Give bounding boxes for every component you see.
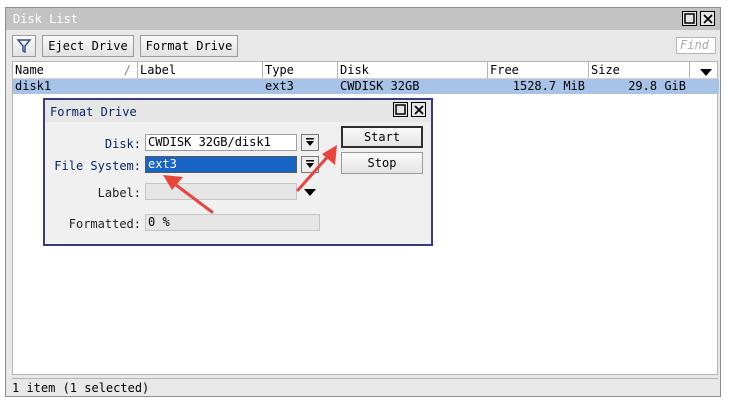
dialog-title: Format Drive [50,105,137,119]
file-system-select[interactable]: ext3 [145,156,297,173]
toolbar: Eject Drive Format Drive Find [6,33,720,61]
column-name[interactable]: Name / [13,62,138,78]
label-dropdown-icon[interactable] [303,186,317,200]
dialog-close-icon[interactable] [411,102,426,117]
label-label: Label: [97,186,141,200]
column-size[interactable]: Size [589,62,690,78]
maximize-icon[interactable] [682,11,697,26]
column-label[interactable]: Label [138,62,263,78]
start-button[interactable]: Start [341,126,423,148]
formatted-label: Formatted: [68,217,141,231]
table-row[interactable]: disk1 ext3 CWDISK 32GB 1528.7 MiB 29.8 G… [13,79,719,94]
table-header: Name / Label Type Disk Free Size [13,62,717,79]
label-input[interactable] [145,183,297,200]
disk-label: Disk: [104,137,141,151]
format-drive-button[interactable]: Format Drive [140,35,238,57]
window-titlebar: Disk List [6,8,720,30]
filter-icon [16,39,32,54]
cell-disk: CWDISK 32GB [340,79,420,93]
formatted-progress: 0 % [145,214,320,231]
cell-label [140,79,260,94]
disk-dropdown-icon[interactable] [301,134,319,151]
stop-button[interactable]: Stop [341,152,423,174]
dialog-maximize-icon[interactable] [393,102,408,117]
format-drive-dialog: Format Drive Disk: CWDISK 32GB/disk1 Fil… [43,98,433,246]
file-system-label: File System: [54,159,141,173]
close-icon[interactable] [700,11,715,26]
window-title: Disk List [13,12,79,26]
cell-name: disk1 [15,79,52,93]
column-free[interactable]: Free [488,62,589,78]
cell-type: ext3 [265,79,294,93]
column-menu-icon[interactable] [699,66,713,80]
column-type[interactable]: Type [263,62,338,78]
cell-free: 1528.7 MiB [512,79,585,93]
status-bar: 1 item (1 selected) [12,378,718,396]
filter-button[interactable] [12,35,36,57]
disk-select[interactable]: CWDISK 32GB/disk1 [145,134,297,151]
dialog-titlebar: Format Drive [45,100,431,122]
eject-drive-button[interactable]: Eject Drive [42,35,134,57]
column-disk[interactable]: Disk [338,62,488,78]
find-input[interactable]: Find [676,37,716,54]
file-system-dropdown-icon[interactable] [301,156,319,173]
cell-size: 29.8 GiB [628,79,686,93]
